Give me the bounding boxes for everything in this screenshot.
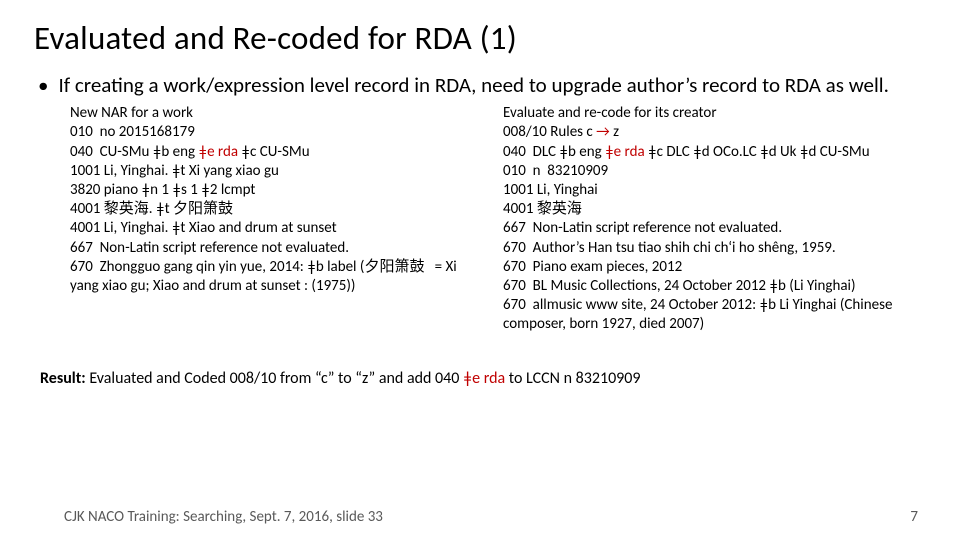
right-line: 010 n 83210909 [503, 162, 608, 180]
right-line: 008/10 Rules c → z [503, 123, 619, 141]
columns: New NAR for a work 010 no 2015168179 040… [34, 104, 926, 334]
result-line: Result: Evaluated and Coded 008/10 from … [40, 369, 926, 388]
bullet-item: • If creating a work/expression level re… [38, 72, 926, 98]
left-line: 010 no 2015168179 [70, 123, 195, 141]
red-text: ǂe rda [463, 369, 505, 388]
footer-text: CJK NACO Training: Searching, Sept. 7, 2… [64, 508, 383, 526]
result-text-b: to LCCN n 83210909 [505, 369, 640, 388]
right-column: Evaluate and re-code for its creator 008… [503, 104, 926, 334]
bullet-text: If creating a work/expression level reco… [58, 72, 888, 98]
left-line: 4001 Li, Yinghai. ǂt Xiao and drum at su… [70, 219, 337, 237]
left-line: 3820 piano ǂn 1 ǂs 1 ǂ2 lcmpt [70, 181, 255, 199]
red-text: ǂe rda [605, 143, 645, 161]
right-line: 670 Piano exam pieces, 2012 [503, 258, 682, 276]
right-line: 670 BL Music Collections, 24 October 201… [503, 277, 855, 295]
right-line: 1001 Li, Yinghai [503, 181, 598, 199]
right-line: 670 Author’s Han tsu tiao shih chi ch‘i … [503, 239, 836, 257]
right-line: 040 DLC ǂb eng ǂe rda ǂc DLC ǂd OCo.LC ǂ… [503, 143, 870, 161]
left-line: 4001 黎英海. ǂt 夕阳箫鼓 [70, 200, 233, 218]
right-heading: Evaluate and re-code for its creator [503, 104, 717, 122]
right-line: 670 allmusic www site, 24 October 2012: … [503, 296, 896, 333]
red-text: ǂe rda [198, 143, 238, 161]
arrow-icon: → [596, 123, 610, 141]
footer: CJK NACO Training: Searching, Sept. 7, 2… [0, 508, 960, 526]
left-line: 1001 Li, Yinghai. ǂt Xi yang xiao gu [70, 162, 279, 180]
slide: Evaluated and Re-coded for RDA (1) • If … [0, 0, 960, 540]
result-text-a: Evaluated and Coded 008/10 from “c” to “… [89, 369, 463, 388]
left-column: New NAR for a work 010 no 2015168179 040… [70, 104, 473, 334]
right-line: 4001 黎英海 [503, 200, 582, 218]
left-line: 667 Non-Latin script reference not evalu… [70, 239, 349, 257]
left-line: 040 CU-SMu ǂb eng ǂe rda ǂc CU-SMu [70, 143, 310, 161]
right-line: 667 Non-Latin script reference not evalu… [503, 219, 782, 237]
bullet-dot-icon: • [38, 72, 48, 98]
result-label: Result: [40, 369, 89, 388]
left-line: 670 Zhongguo gang qin yin yue, 2014: ǂb … [70, 258, 460, 295]
page-number: 7 [910, 508, 918, 526]
slide-title: Evaluated and Re-coded for RDA (1) [34, 18, 926, 58]
left-heading: New NAR for a work [70, 104, 193, 122]
